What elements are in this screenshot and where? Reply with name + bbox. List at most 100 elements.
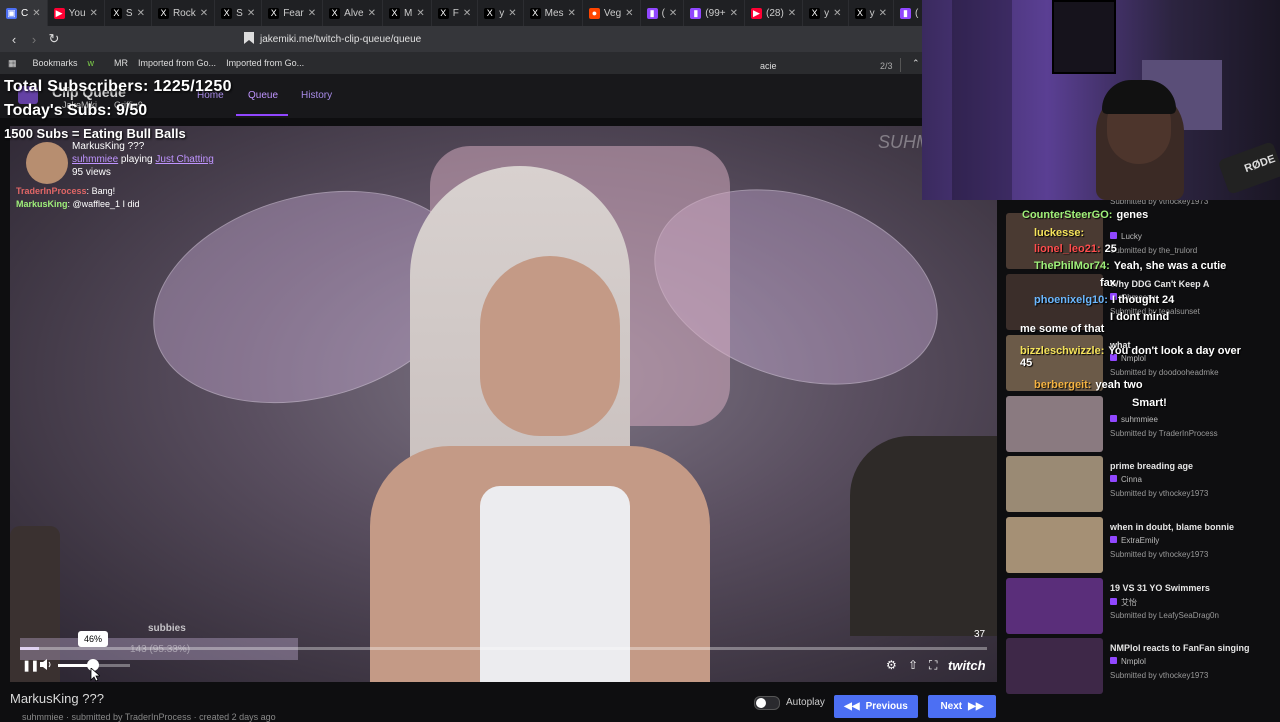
browser-tab[interactable]: X Alve ✕ — [323, 0, 383, 26]
volume-icon[interactable] — [40, 659, 52, 670]
side-chat-user: bizzleschwizzle: — [1020, 345, 1105, 357]
queue-item[interactable]: when in doubt, blame bonnie ExtraEmily Sub… — [1006, 517, 1276, 573]
side-chat-text: Yeah, she was a cutie — [1113, 260, 1227, 272]
bookmark-item[interactable]: Imported from Go... — [226, 58, 304, 68]
bookmark-item[interactable]: w — [88, 58, 95, 68]
browser-tab[interactable]: X Rock ✕ — [152, 0, 216, 26]
nav-history[interactable]: History — [301, 90, 332, 101]
url-field[interactable]: jakemiki.me/twitch-clip-queue/queue — [260, 34, 421, 45]
side-chat-line: lionel_leo21: 25 — [1034, 243, 1117, 255]
browser-tab[interactable]: ▮ (99+ ✕ — [684, 0, 745, 26]
x-icon: X — [854, 7, 866, 19]
twitch-logo[interactable]: twitch — [948, 658, 986, 673]
close-tab-icon[interactable]: ✕ — [90, 8, 98, 19]
broadcaster-link[interactable]: suhmmiee — [72, 154, 118, 165]
back-icon[interactable]: ‹ — [4, 32, 24, 47]
browser-tab[interactable]: X Fear ✕ — [262, 0, 324, 26]
previous-button[interactable]: ◀◀ Previous — [834, 695, 918, 718]
close-tab-icon[interactable]: ✕ — [625, 8, 633, 19]
chat-user: TraderInProcess — [16, 186, 87, 196]
close-tab-icon[interactable]: ✕ — [568, 8, 576, 19]
twitch-icon: ▮ — [646, 7, 658, 19]
autoplay-toggle[interactable] — [754, 696, 780, 710]
nav-queue[interactable]: Queue — [248, 90, 278, 101]
next-button[interactable]: Next ▶▶ — [928, 695, 996, 718]
browser-tab[interactable]: Xy ✕ — [803, 0, 849, 26]
close-tab-icon[interactable]: ✕ — [730, 8, 738, 19]
side-chat-text: yeah two — [1095, 379, 1143, 391]
queue-item-submitter: Submitted by the_trulord — [1110, 246, 1198, 255]
side-chat-text: I dont mind me some of that — [1020, 311, 1170, 335]
share-icon[interactable]: ⇧ — [908, 658, 918, 672]
browser-tab[interactable]: X F ✕ — [432, 0, 479, 26]
side-chat-user: CounterSteerGO: — [1022, 209, 1113, 221]
browser-tab[interactable]: ▣ C ✕ — [0, 0, 48, 26]
side-chat-user: phoenixelg10: — [1034, 294, 1108, 306]
close-tab-icon[interactable]: ✕ — [508, 8, 516, 19]
queue-item-submitter: Submitted by LeafySeaDrag0n — [1110, 611, 1219, 620]
browser-tab[interactable]: ▶ (28) ✕ — [745, 0, 804, 26]
queue-item-broadcaster: Lucky — [1110, 232, 1142, 241]
close-tab-icon[interactable]: ✕ — [463, 8, 471, 19]
twitch-icon — [1110, 232, 1117, 239]
close-tab-icon[interactable]: ✕ — [247, 8, 255, 19]
browser-tab[interactable]: X Mes ✕ — [524, 0, 583, 26]
close-tab-icon[interactable]: ✕ — [308, 8, 316, 19]
pause-icon[interactable]: ❚❚ — [22, 659, 39, 672]
close-tab-icon[interactable]: ✕ — [669, 8, 677, 19]
side-chat-text: Smart! — [1132, 397, 1167, 409]
close-tab-icon[interactable]: ✕ — [200, 8, 208, 19]
tab-label: S — [125, 7, 133, 19]
video-player[interactable]: SUHM MarkusKing ??? suhmmiee playing Jus… — [10, 126, 997, 682]
tab-label: Rock — [172, 7, 196, 19]
tab-label: ( — [914, 7, 919, 19]
find-prev-icon[interactable]: ⌃ — [912, 58, 920, 69]
pumpkin-pillow — [850, 436, 997, 636]
chat-text: Bang! — [91, 186, 116, 196]
browser-tab[interactable]: ▶ You ✕ — [48, 0, 105, 26]
queue-item[interactable]: prime breading age Cinna Submitted by vtho… — [1006, 456, 1276, 512]
find-input[interactable]: acie — [760, 61, 777, 71]
side-chat-user: berbergeit: — [1034, 379, 1092, 391]
bookmark-item[interactable]: Imported from Go... — [138, 58, 216, 68]
bookmark-item[interactable]: Bookmarks — [33, 58, 78, 68]
settings-icon[interactable]: ⚙ — [886, 658, 897, 672]
close-tab-icon[interactable]: ✕ — [32, 8, 40, 19]
clip-broadcaster-line: suhmmiee playing Just Chatting — [72, 154, 214, 165]
browser-tab[interactable]: ▮(✕ — [641, 0, 685, 26]
tab-label: M — [404, 7, 413, 19]
queue-item-title: prime breading age — [1110, 461, 1194, 471]
browser-tab[interactable]: X S ✕ — [215, 0, 263, 26]
queue-item-thumbnail — [1006, 638, 1103, 694]
queue-item-broadcaster: 艾怡 — [1110, 597, 1137, 608]
apps-grid-icon[interactable]: ▦ — [8, 58, 17, 69]
close-tab-icon[interactable]: ✕ — [833, 8, 841, 19]
browser-tab[interactable]: ▮(✕ — [894, 0, 922, 26]
reload-icon[interactable]: ↻ — [44, 31, 64, 47]
game-link[interactable]: Just Chatting — [155, 154, 213, 165]
x-icon: X — [437, 7, 449, 19]
volume-tooltip: 46% — [78, 631, 108, 647]
webcam-overlay: RØDE — [922, 0, 1280, 200]
bookmark-star-icon[interactable] — [244, 32, 254, 44]
queue-item-submitter: Submitted by vthockey1973 — [1110, 550, 1209, 559]
close-tab-icon[interactable]: ✕ — [879, 8, 887, 19]
browser-tab[interactable]: ● Veg ✕ — [583, 0, 641, 26]
browser-tab[interactable]: Xy ✕ — [478, 0, 524, 26]
browser-tab[interactable]: Xy ✕ — [849, 0, 894, 26]
x-icon: X — [221, 7, 233, 19]
forward-icon[interactable]: › — [24, 32, 44, 47]
bookmark-item[interactable]: MR — [114, 58, 128, 68]
close-tab-icon[interactable]: ✕ — [416, 8, 424, 19]
fullscreen-icon[interactable]: ⛶ — [929, 658, 937, 673]
browser-tab[interactable]: X S ✕ — [105, 0, 152, 26]
queue-item[interactable]: 19 VS 31 YO Swimmers 艾怡 Submitted by Leafy… — [1006, 578, 1276, 634]
side-chat-line: ThePhilMor74: Yeah, she was a cutie — [1034, 260, 1226, 272]
address-bar: ‹ › ↻ jakemiki.me/twitch-clip-queue/queu… — [0, 26, 922, 52]
close-tab-icon[interactable]: ✕ — [137, 8, 145, 19]
close-tab-icon[interactable]: ✕ — [788, 8, 796, 19]
close-tab-icon[interactable]: ✕ — [368, 8, 376, 19]
playback-progress[interactable] — [20, 647, 987, 650]
queue-item[interactable]: NMPlol reacts to FanFan singing Nmplol Sub… — [1006, 638, 1276, 694]
browser-tab[interactable]: X M ✕ — [383, 0, 432, 26]
